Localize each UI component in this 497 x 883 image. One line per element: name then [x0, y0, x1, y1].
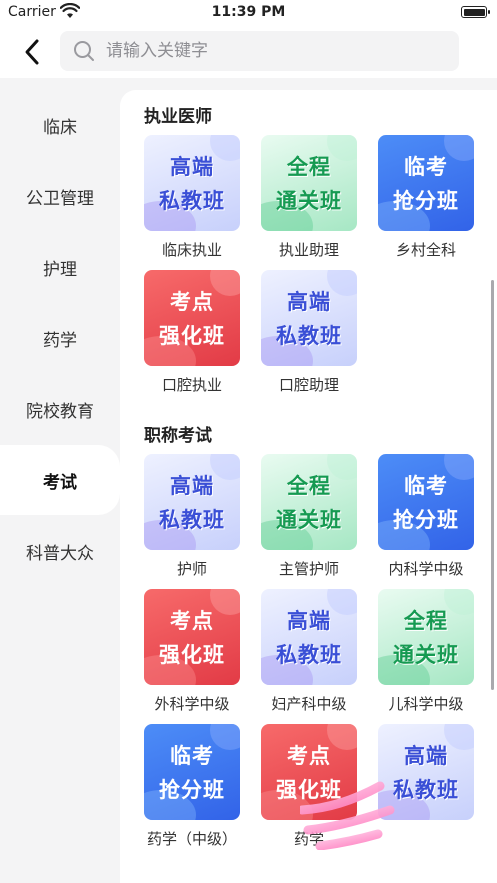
course-label: 药学（中级） — [146, 830, 237, 848]
sidebar-item-label: 临床 — [43, 117, 77, 138]
course-thumbnail: 临考 抢分班 — [378, 135, 474, 231]
course-thumbnail: 临考 抢分班 — [378, 454, 474, 550]
course-thumbnail: 全程 通关班 — [378, 589, 474, 685]
section-title: 职称考试 — [144, 426, 212, 446]
search-bar[interactable] — [60, 31, 459, 71]
course-card[interactable]: 临考 抢分班 药学（中级） — [144, 724, 240, 849]
course-thumbnail: 高端 私教班 — [261, 589, 357, 685]
sidebar-item-kaoshi[interactable]: 考试 — [0, 445, 120, 515]
chevron-left-icon — [25, 39, 39, 65]
sidebar-item-label: 科普大众 — [26, 543, 94, 564]
sidebar-item-kepu[interactable]: 科普大众 — [0, 516, 120, 586]
scrollbar[interactable] — [491, 280, 494, 690]
sidebar-item-huli[interactable]: 护理 — [0, 232, 120, 302]
sidebar-item-yuanxiao[interactable]: 院校教育 — [0, 374, 120, 444]
course-card[interactable]: 临考 抢分班 内科学中级 — [378, 454, 474, 579]
course-card[interactable]: 全程 通关班 执业助理 — [261, 135, 357, 260]
search-icon — [74, 41, 94, 61]
clock: 11:39 PM — [211, 4, 286, 20]
sidebar-item-gongwei[interactable]: 公卫管理 — [0, 161, 120, 231]
course-thumbnail: 考点 强化班 — [144, 270, 240, 366]
sidebar-item-label: 公卫管理 — [26, 188, 94, 209]
course-thumbnail: 高端 私教班 — [144, 135, 240, 231]
section-title: 执业医师 — [144, 107, 212, 127]
course-card[interactable]: 高端 私教班 临床执业 — [144, 135, 240, 260]
course-card[interactable]: 高端 私教班 口腔助理 — [261, 270, 357, 395]
course-label: 护师 — [176, 560, 207, 578]
course-label: 临床执业 — [161, 241, 222, 259]
sidebar-item-linchuang[interactable]: 临床 — [0, 90, 120, 160]
back-button[interactable] — [14, 34, 50, 70]
course-thumbnail: 临考 抢分班 — [144, 724, 240, 820]
course-content[interactable]: 执业医师 高端 私教班 临床执业 全程 通关班 执业助理 临考 抢分班 乡村全科 考点… — [120, 90, 497, 883]
search-input[interactable] — [106, 41, 436, 61]
course-label: 主管护师 — [278, 560, 339, 578]
status-bar: Carrier 11:39 PM — [0, 0, 497, 26]
sidebar-item-label: 药学 — [43, 330, 77, 351]
watermark-icon — [300, 781, 395, 850]
course-card[interactable]: 高端 私教班 护师 — [144, 454, 240, 579]
top-bar — [0, 26, 497, 78]
sidebar-item-label: 院校教育 — [26, 401, 94, 422]
course-label: 口腔助理 — [278, 376, 339, 394]
course-label: 乡村全科 — [395, 241, 456, 259]
course-thumbnail: 全程 通关班 — [261, 454, 357, 550]
course-card[interactable]: 全程 通关班 主管护师 — [261, 454, 357, 579]
course-thumbnail: 全程 通关班 — [261, 135, 357, 231]
course-card[interactable]: 高端 私教班 妇产科中级 — [261, 589, 357, 714]
course-label: 妇产科中级 — [271, 695, 347, 713]
course-label: 口腔执业 — [161, 376, 222, 394]
course-card[interactable]: 考点 强化班 口腔执业 — [144, 270, 240, 395]
category-sidebar: 临床 公卫管理 护理 药学 院校教育 考试 科普大众 — [0, 90, 120, 883]
course-label: 内科学中级 — [388, 560, 464, 578]
sidebar-item-label: 考试 — [43, 472, 77, 493]
sidebar-item-label: 护理 — [43, 259, 77, 280]
course-label: 执业助理 — [278, 241, 339, 259]
sidebar-item-yaoxue[interactable]: 药学 — [0, 303, 120, 373]
course-card[interactable]: 临考 抢分班 乡村全科 — [378, 135, 474, 260]
course-card[interactable]: 考点 强化班 外科学中级 — [144, 589, 240, 714]
course-card[interactable]: 全程 通关班 儿科学中级 — [378, 589, 474, 714]
course-label: 外科学中级 — [154, 695, 230, 713]
battery-icon — [461, 6, 490, 18]
course-thumbnail: 高端 私教班 — [261, 270, 357, 366]
course-thumbnail: 考点 强化班 — [144, 589, 240, 685]
course-thumbnail: 高端 私教班 — [144, 454, 240, 550]
course-label: 儿科学中级 — [388, 695, 464, 713]
